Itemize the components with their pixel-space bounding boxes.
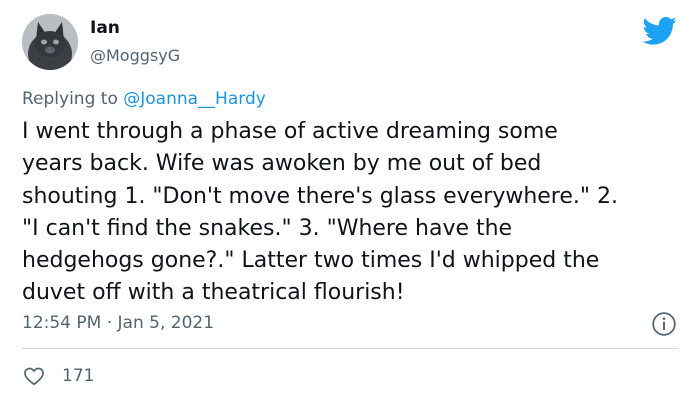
tweet-card: Ian @MoggsyG Replying to @Joanna__Hardy … <box>0 0 700 402</box>
replying-to: Replying to @Joanna__Hardy <box>22 88 266 110</box>
heart-icon[interactable] <box>22 364 46 388</box>
tweet-text-line: years back. Wife was awoken by me out of… <box>22 151 542 177</box>
tweet-text-line: "I can't find the snakes." 3. "Where hav… <box>22 215 513 241</box>
like-count: 171 <box>62 366 95 386</box>
tweet-text-line: shouting 1. "Don't move there's glass ev… <box>22 183 618 209</box>
reply-mention-link[interactable]: @Joanna__Hardy <box>123 89 266 109</box>
user-display-name[interactable]: Ian <box>90 18 120 38</box>
tweet-text: I went through a phase of active dreamin… <box>22 116 682 310</box>
info-icon[interactable] <box>651 311 677 337</box>
cat-avatar-image <box>22 14 78 70</box>
twitter-bird-icon[interactable] <box>643 16 677 46</box>
tweet-text-line: hedgehogs gone?." Latter two times I'd w… <box>22 248 600 274</box>
tweet-text-line: I went through a phase of active dreamin… <box>22 119 558 144</box>
user-handle[interactable]: @MoggsyG <box>90 46 180 66</box>
divider <box>22 348 678 349</box>
tweet-text-line: duvet off with a theatrical flourish! <box>22 280 405 306</box>
tweet-timestamp[interactable]: 12:54 PM · Jan 5, 2021 <box>22 312 214 334</box>
replying-to-label: Replying to <box>22 89 124 109</box>
avatar[interactable] <box>22 14 78 70</box>
